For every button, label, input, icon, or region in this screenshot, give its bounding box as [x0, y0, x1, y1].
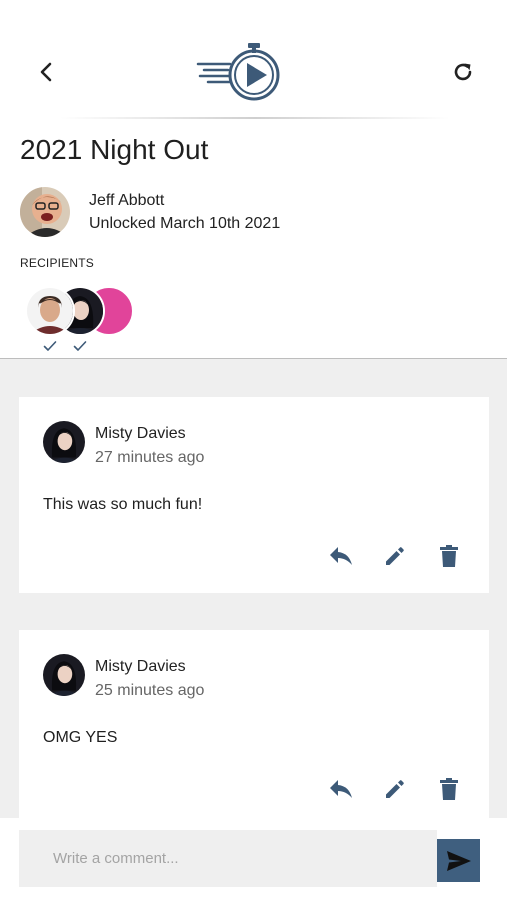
edit-button[interactable] [381, 542, 409, 570]
recipients-label: RECIPIENTS [20, 256, 95, 270]
app-header [0, 0, 507, 125]
commenter-name: Misty Davies [95, 425, 186, 442]
comment-time: 25 minutes ago [95, 682, 205, 699]
commenter-avatar[interactable] [43, 421, 85, 463]
comment-input[interactable] [19, 830, 437, 887]
stopwatch-play-icon [196, 43, 280, 101]
author-avatar[interactable] [20, 187, 70, 237]
send-icon [446, 850, 471, 871]
author-name: Jeff Abbott [89, 192, 165, 209]
chevron-left-icon [40, 62, 52, 82]
commenter-photo [43, 654, 85, 696]
comment-text: This was so much fun! [43, 496, 203, 513]
delete-button[interactable] [435, 542, 463, 570]
recipient-photo [27, 288, 73, 334]
recipient-avatar[interactable] [25, 286, 75, 336]
comment-card: Misty Davies 25 minutes ago OMG YES [19, 630, 489, 826]
edit-button[interactable] [381, 775, 409, 803]
check-icon [43, 341, 57, 351]
back-button[interactable] [33, 58, 59, 86]
refresh-icon [454, 63, 472, 81]
reply-icon [330, 547, 352, 565]
reply-button[interactable] [327, 775, 355, 803]
check-icon [73, 341, 87, 351]
commenter-avatar[interactable] [43, 654, 85, 696]
header-divider [60, 117, 450, 119]
trash-icon [440, 778, 458, 800]
unlocked-date: Unlocked March 10th 2021 [89, 215, 281, 232]
capsule-title: 2021 Night Out [20, 134, 209, 165]
pencil-icon [386, 547, 404, 565]
author-photo [20, 187, 70, 237]
refresh-button[interactable] [448, 58, 478, 86]
commenter-name: Misty Davies [95, 658, 186, 675]
comment-composer [0, 818, 507, 900]
commenter-photo [43, 421, 85, 463]
reply-button[interactable] [327, 542, 355, 570]
comment-card: Misty Davies 27 minutes ago This was so … [19, 397, 489, 593]
trash-icon [440, 545, 458, 567]
comment-text: OMG YES [43, 729, 118, 746]
send-button[interactable] [437, 839, 480, 882]
comment-time: 27 minutes ago [95, 449, 205, 466]
delete-button[interactable] [435, 775, 463, 803]
reply-icon [330, 780, 352, 798]
pencil-icon [386, 780, 404, 798]
